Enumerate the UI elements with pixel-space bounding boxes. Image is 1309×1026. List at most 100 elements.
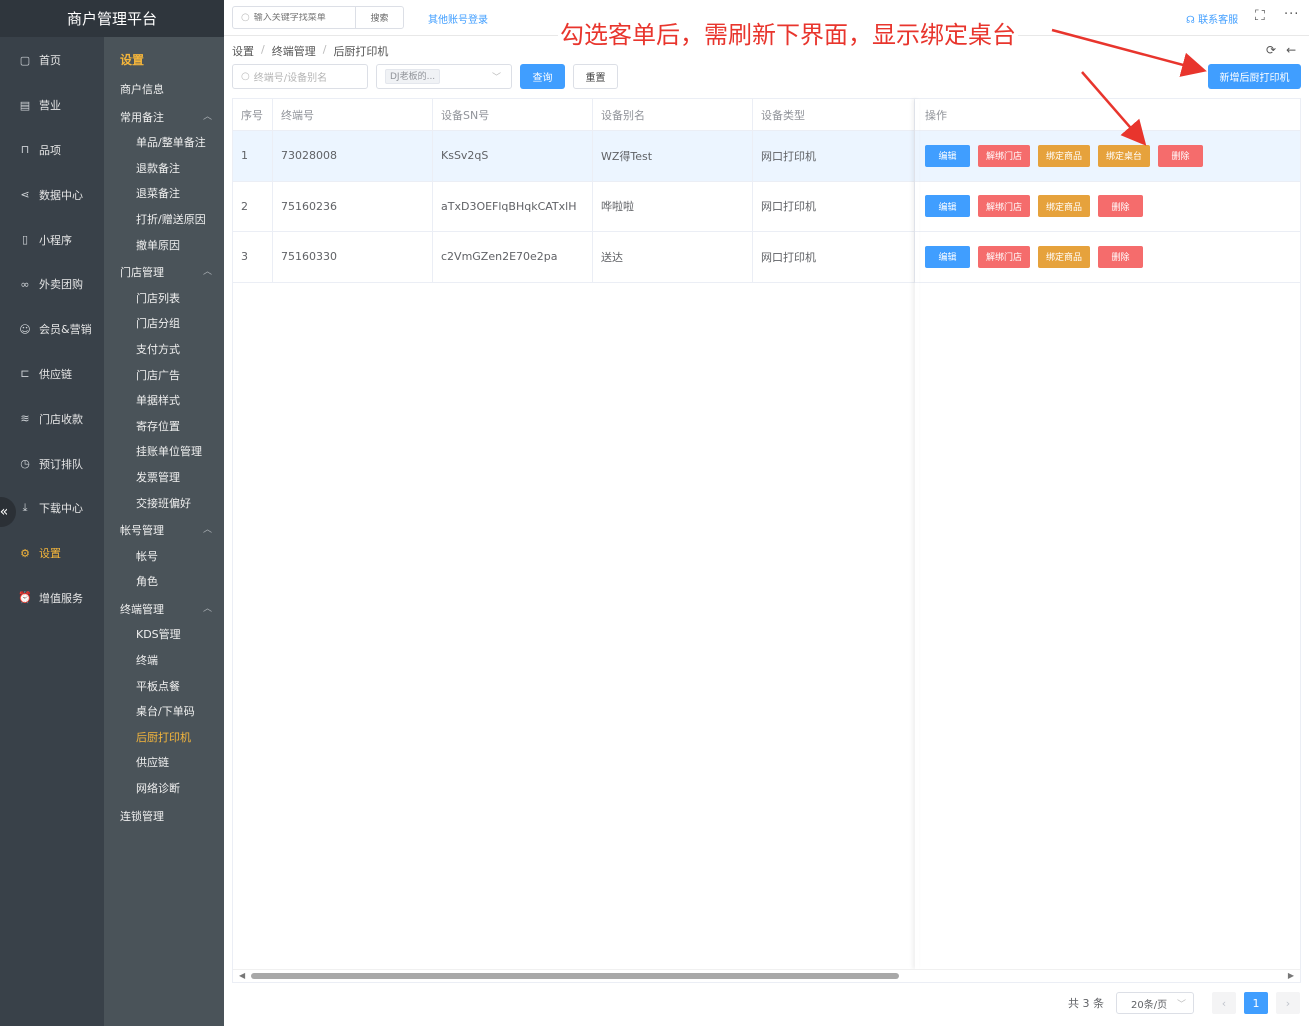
secondary-nav-item[interactable]: 桌台/下单码 bbox=[104, 699, 224, 725]
horizontal-scrollbar[interactable]: ◀ ▶ bbox=[233, 969, 1300, 982]
secondary-nav-item[interactable]: 平板点餐 bbox=[104, 674, 224, 700]
secondary-nav-item[interactable]: 供应链 bbox=[104, 750, 224, 776]
table-row[interactable]: 2 75160236 aTxD3OEFlqBHqkCATxlH 哗啦啦 网口打印机 编辑解… bbox=[233, 181, 1300, 232]
scroll-left-icon[interactable]: ◀ bbox=[239, 971, 245, 980]
device-sn-cell: c2VmGZen2E70e2pa bbox=[433, 232, 593, 282]
store-select[interactable]: DJ老板的... ﹀ bbox=[376, 64, 512, 89]
secondary-nav-item[interactable]: 单品/整单备注 bbox=[104, 130, 224, 156]
phone-icon: ▯ bbox=[21, 233, 29, 247]
chevron-up-icon: ︿ bbox=[202, 603, 212, 614]
annotation-text: 勾选客单后，需刷新下界面，显示绑定桌台 bbox=[558, 19, 1018, 51]
primary-nav-item[interactable]: ⊓ 品项 bbox=[0, 128, 104, 173]
bind-product-button[interactable]: 绑定商品 bbox=[1038, 195, 1091, 218]
chain-management-link[interactable]: 连锁管理 bbox=[104, 804, 224, 830]
back-arrow-icon[interactable]: ← bbox=[1286, 43, 1296, 57]
secondary-nav-item[interactable]: 单据样式 bbox=[104, 388, 224, 414]
secondary-nav-item[interactable]: 帐号 bbox=[104, 544, 224, 570]
device-type-cell: 网口打印机 bbox=[753, 181, 915, 231]
secondary-nav-item[interactable]: 发票管理 bbox=[104, 465, 224, 491]
scroll-right-icon[interactable]: ▶ bbox=[1288, 971, 1294, 980]
bind-table-button[interactable]: 绑定桌台 bbox=[1098, 144, 1151, 167]
breadcrumb-item[interactable]: 终端管理 bbox=[272, 43, 316, 59]
breadcrumb-item[interactable]: 设置 bbox=[232, 43, 254, 59]
secondary-nav-item[interactable]: 打折/赠送原因 bbox=[104, 207, 224, 233]
secondary-nav-item[interactable]: 退菜备注 bbox=[104, 181, 224, 207]
secondary-nav-item[interactable]: 支付方式 bbox=[104, 337, 224, 363]
secondary-nav-item[interactable]: 后厨打印机 bbox=[104, 725, 224, 751]
column-header: 操作 bbox=[925, 108, 947, 122]
next-page-button[interactable]: › bbox=[1276, 992, 1300, 1014]
secondary-nav-item[interactable]: 角色 bbox=[104, 569, 224, 595]
primary-nav-item[interactable]: ◷ 预订排队 bbox=[0, 441, 104, 486]
primary-nav-item[interactable]: ≋ 门店收款 bbox=[0, 396, 104, 441]
menu-search-input[interactable] bbox=[253, 12, 354, 23]
merchant-info-link[interactable]: 商户信息 bbox=[104, 77, 224, 103]
primary-nav-item[interactable]: ▤ 营业 bbox=[0, 83, 104, 128]
secondary-nav-item[interactable]: KDS管理 bbox=[104, 622, 224, 648]
secondary-nav-group[interactable]: 帐号管理 ︿ bbox=[104, 518, 224, 544]
truck-icon: ⊏ bbox=[20, 367, 30, 381]
primary-nav-item[interactable]: ▢ 首页 bbox=[0, 38, 104, 83]
primary-nav-label: 首页 bbox=[39, 54, 61, 68]
secondary-nav-item[interactable]: 门店分组 bbox=[104, 311, 224, 337]
prev-page-button[interactable]: ‹ bbox=[1212, 992, 1236, 1014]
delete-button[interactable]: 删除 bbox=[1098, 245, 1144, 268]
brand-title: 商户管理平台 bbox=[0, 0, 224, 37]
primary-nav-item[interactable]: ∞ 外卖团购 bbox=[0, 262, 104, 307]
device-sn-cell: KsSv2qS bbox=[433, 131, 593, 181]
other-account-login-link[interactable]: 其他账号登录 bbox=[428, 11, 488, 26]
add-kitchen-printer-button[interactable]: 新增后厨打印机 bbox=[1208, 64, 1301, 89]
reset-button[interactable]: 重置 bbox=[573, 64, 618, 89]
page-number-button[interactable]: 1 bbox=[1244, 992, 1268, 1014]
edit-button[interactable]: 编辑 bbox=[925, 245, 970, 268]
delete-button[interactable]: 删除 bbox=[1158, 144, 1204, 167]
primary-nav-item[interactable]: ▯ 小程序 bbox=[0, 217, 104, 262]
table-row[interactable]: 1 73028008 KsSv2qS WZ得Test 网口打印机 编辑 解绑门店 绑定商品 绑定… bbox=[233, 131, 1300, 182]
primary-nav-label: 会员&营销 bbox=[39, 323, 92, 337]
secondary-nav-item[interactable]: 挂账单位管理 bbox=[104, 439, 224, 465]
bind-product-button[interactable]: 绑定商品 bbox=[1038, 245, 1091, 268]
unbind-store-button[interactable]: 解绑门店 bbox=[978, 245, 1031, 268]
page-size-select[interactable]: 20条/页 ﹀ bbox=[1116, 992, 1194, 1014]
more-menu-icon[interactable]: ··· bbox=[1284, 7, 1299, 22]
menu-search-button[interactable]: 搜索 bbox=[355, 7, 403, 28]
secondary-nav-item[interactable]: 门店列表 bbox=[104, 286, 224, 312]
secondary-nav-item[interactable]: 终端 bbox=[104, 648, 224, 674]
device-alias-cell: 哗啦啦 bbox=[593, 181, 753, 231]
secondary-nav-group[interactable]: 常用备注 ︿ bbox=[104, 105, 224, 131]
keyword-filter-input[interactable]: ○ 终端号/设备别名 bbox=[232, 64, 368, 89]
table-row[interactable]: 3 75160330 c2VmGZen2E70e2pa 送达 网口打印机 编辑 解绑门店 绑定… bbox=[233, 232, 1300, 283]
delete-button[interactable]: 删除 bbox=[1098, 195, 1144, 218]
edit-button[interactable]: 编辑 bbox=[925, 144, 970, 167]
keyword-filter-placeholder: 终端号/设备别名 bbox=[253, 73, 328, 84]
secondary-nav-item[interactable]: 退款备注 bbox=[104, 156, 224, 182]
bind-product-button[interactable]: 绑定商品 bbox=[1038, 144, 1091, 167]
unbind-store-button[interactable]: 解绑门店 bbox=[978, 144, 1031, 167]
unbind-store-button[interactable]: 解绑门店 bbox=[978, 195, 1031, 218]
scrollbar-thumb[interactable] bbox=[251, 973, 899, 979]
fullscreen-icon[interactable]: ⛶ bbox=[1255, 8, 1265, 24]
secondary-nav-group-label: 终端管理 bbox=[120, 602, 164, 616]
contact-support-link[interactable]: ☊ 联系客服 bbox=[1186, 11, 1238, 26]
primary-nav-item[interactable]: ⊏ 供应链 bbox=[0, 352, 104, 397]
terminal-number-cell: 73028008 bbox=[273, 131, 433, 181]
secondary-nav-item[interactable]: 网络诊断 bbox=[104, 776, 224, 802]
edit-button[interactable]: 编辑 bbox=[925, 195, 970, 218]
actions-cell: 编辑 解绑门店 绑定商品 删除 bbox=[915, 232, 1300, 282]
device-alias-cell: WZ得Test bbox=[593, 131, 753, 181]
refresh-icon[interactable]: ⟳ bbox=[1266, 43, 1276, 57]
secondary-nav-group[interactable]: 门店管理 ︿ bbox=[104, 260, 224, 286]
primary-nav-item[interactable]: ⋖ 数据中心 bbox=[0, 172, 104, 217]
database-icon: ≋ bbox=[20, 412, 30, 426]
secondary-nav-item[interactable]: 寄存位置 bbox=[104, 414, 224, 440]
secondary-nav-item[interactable]: 门店广告 bbox=[104, 363, 224, 389]
primary-nav-item[interactable]: ☺ 会员&营销 bbox=[0, 307, 104, 352]
secondary-nav-group[interactable]: 终端管理 ︿ bbox=[104, 597, 224, 623]
primary-nav-label: 小程序 bbox=[39, 233, 72, 247]
secondary-nav-item[interactable]: 撤单原因 bbox=[104, 233, 224, 259]
primary-nav-item[interactable]: ⚙ 设置 bbox=[0, 531, 104, 576]
secondary-nav-item[interactable]: 交接班偏好 bbox=[104, 491, 224, 517]
query-button[interactable]: 查询 bbox=[520, 64, 565, 89]
primary-nav-item[interactable]: ⏰ 增值服务 bbox=[0, 576, 104, 621]
bike-icon: ∞ bbox=[20, 277, 30, 291]
